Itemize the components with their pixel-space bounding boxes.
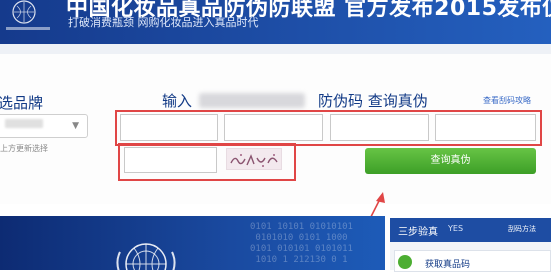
divider-band — [0, 44, 551, 54]
step-label: 获取真品码 — [425, 260, 471, 270]
steps-method-link[interactable]: 刮码方法 — [508, 224, 536, 234]
brand-hint: 上方更新选择 — [0, 144, 48, 153]
top-banner: 中国化妆品真品防伪防联盟 官方发布2015发布仪式 打破消费瓶颈 网购化妆品进入… — [0, 0, 551, 44]
annotation-highlight-box — [115, 110, 542, 146]
query-button[interactable]: 查询真伪 — [365, 148, 536, 174]
steps-title: 三步验真 — [398, 227, 438, 238]
annotation-highlight-box — [118, 143, 296, 181]
steps-header: 三步验真 YES 刮码方法 — [390, 218, 551, 242]
step-item[interactable]: 获取真品码 — [394, 250, 551, 272]
chevron-down-icon: ▼ — [72, 121, 79, 131]
input-heading-prefix: 输入 — [162, 92, 193, 110]
globe-laurel-icon — [116, 243, 176, 270]
promo-banner: 0101 10101 01010101 0101010 0101 1000 01… — [0, 216, 385, 270]
brand-select[interactable]: ▼ — [0, 114, 88, 138]
blurred-brand-name — [199, 93, 305, 108]
help-link[interactable]: 查看刮码攻略 — [483, 95, 531, 106]
brand-select-value — [5, 119, 43, 128]
three-step-panel: 三步验真 YES 刮码方法 获取真品码 — [390, 218, 551, 272]
input-heading-suffix: 防伪码 查询真伪 — [318, 92, 428, 110]
banner-slogan: 打破消费瓶颈 网购化妆品进入真品时代 — [68, 16, 259, 29]
binary-pattern-text: 0101 10101 01010101 0101010 0101 1000 01… — [250, 222, 353, 265]
step-number-icon — [398, 255, 412, 269]
steps-title-en: YES — [448, 224, 464, 233]
alliance-logo-icon — [6, 0, 50, 30]
brand-section-title: 选品牌 — [0, 94, 44, 112]
